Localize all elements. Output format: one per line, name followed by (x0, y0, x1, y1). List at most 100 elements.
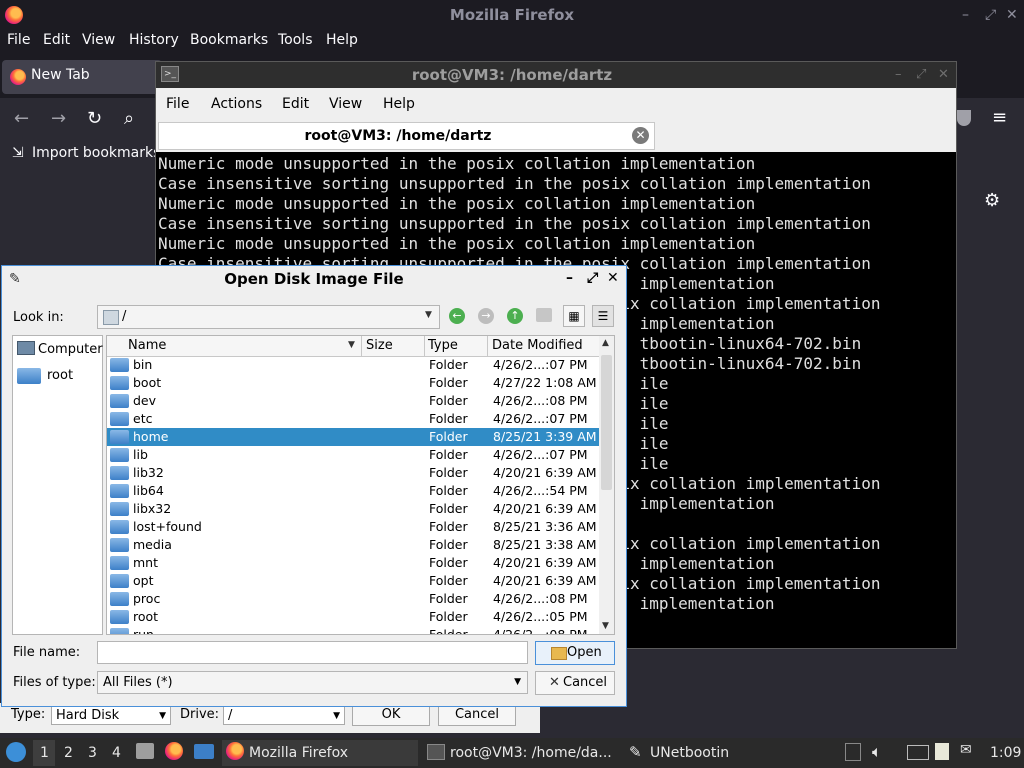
dialog-title: Open Disk Image File (224, 270, 404, 288)
shield-icon[interactable] (957, 110, 971, 126)
file-row[interactable]: lib32 Folder 4/20/21 6:39 AM (107, 464, 599, 482)
folder-icon (110, 466, 129, 480)
new-folder-icon[interactable] (536, 308, 552, 322)
detail-view-icon[interactable]: ☰ (592, 305, 614, 327)
terminal-minimize-icon[interactable]: – (895, 67, 902, 82)
open-button[interactable]: Open (535, 641, 615, 665)
file-date: 4/26/2...:05 PM (493, 609, 588, 624)
file-row[interactable]: opt Folder 4/20/21 6:39 AM (107, 572, 599, 590)
gear-icon[interactable]: ⚙ (984, 190, 1000, 211)
workspace-3[interactable]: 3 (88, 745, 97, 761)
terminal-close-icon[interactable]: ✕ (938, 67, 949, 82)
workspace-1[interactable]: 1 (40, 745, 49, 761)
dialog-close-icon[interactable]: ✕ (607, 270, 619, 286)
import-bookmarks-link[interactable]: Import bookmarks (32, 145, 160, 161)
taskbar-item-unetbootin[interactable]: UNetbootin (650, 745, 729, 761)
clipboard-icon[interactable] (935, 743, 949, 760)
file-row[interactable]: run Folder 4/26/2...:08 PM (107, 626, 599, 634)
scroll-thumb[interactable] (601, 355, 612, 490)
file-name-input[interactable] (97, 641, 528, 664)
menu-history[interactable]: History (129, 32, 179, 48)
file-name: home (133, 429, 169, 444)
back-icon[interactable]: ← (449, 308, 465, 324)
term-menu-file[interactable]: File (166, 96, 189, 112)
file-manager-icon[interactable] (136, 743, 154, 759)
file-row[interactable]: mnt Folder 4/20/21 6:39 AM (107, 554, 599, 572)
file-row[interactable]: bin Folder 4/26/2...:07 PM (107, 356, 599, 374)
file-name: run (133, 627, 154, 634)
term-menu-help[interactable]: Help (383, 96, 415, 112)
firefox-taskbar-icon (226, 742, 244, 760)
file-row[interactable]: etc Folder 4/26/2...:07 PM (107, 410, 599, 428)
dialog-maximize-icon[interactable]: ⤢ (587, 270, 598, 286)
minimize-icon[interactable]: – (962, 7, 969, 23)
forward-icon[interactable]: → (51, 108, 66, 129)
chevron-down-icon: ▼ (425, 310, 432, 320)
firefox-window-title: Mozilla Firefox (449, 6, 575, 24)
term-menu-edit[interactable]: Edit (282, 96, 309, 112)
drive-icon (103, 310, 119, 325)
drive-combo[interactable]: / ▼ (223, 705, 345, 725)
start-menu-icon[interactable] (6, 742, 26, 762)
look-in-combo[interactable] (97, 305, 440, 329)
file-row[interactable]: proc Folder 4/26/2...:08 PM (107, 590, 599, 608)
file-row[interactable]: libx32 Folder 4/20/21 6:39 AM (107, 500, 599, 518)
file-type: Folder (429, 627, 468, 634)
scroll-up-icon[interactable]: ▲ (602, 338, 609, 348)
parent-directory-icon[interactable]: ↑ (507, 308, 523, 324)
menu-edit[interactable]: Edit (43, 32, 70, 48)
sidebar-item-root[interactable]: root (47, 368, 73, 383)
ok-button[interactable]: OK (352, 704, 430, 726)
menu-bookmarks[interactable]: Bookmarks (190, 32, 268, 48)
taskbar-item-terminal[interactable]: root@VM3: /home/da... (450, 745, 612, 761)
menu-file[interactable]: File (7, 32, 30, 48)
clock[interactable]: 1:09 (990, 745, 1021, 761)
dialog-minimize-icon[interactable]: – (566, 270, 573, 286)
term-menu-view[interactable]: View (329, 96, 362, 112)
maximize-icon[interactable]: ⤢ (985, 7, 996, 23)
firefox-launcher-icon[interactable] (165, 742, 183, 760)
unetbootin-cancel-button[interactable]: Cancel (438, 704, 516, 726)
sidebar-item-computer[interactable]: Computer (38, 342, 103, 357)
column-name[interactable]: Name (128, 338, 166, 353)
file-row[interactable]: home Folder 8/25/21 3:39 AM (107, 428, 599, 446)
close-tab-icon[interactable]: ✕ (632, 127, 649, 144)
file-row[interactable]: root Folder 4/26/2...:05 PM (107, 608, 599, 626)
workspace-2[interactable]: 2 (64, 745, 73, 761)
column-date-modified[interactable]: Date Modified (492, 338, 583, 353)
close-icon[interactable]: ✕ (1006, 7, 1018, 23)
file-row[interactable]: lib Folder 4/26/2...:07 PM (107, 446, 599, 464)
column-size[interactable]: Size (366, 338, 393, 353)
icon-view-icon[interactable]: ▦ (563, 305, 585, 327)
terminal-maximize-icon[interactable]: ⤢ (916, 67, 926, 82)
chevron-down-icon: ▼ (159, 711, 166, 721)
term-menu-actions[interactable]: Actions (211, 96, 262, 112)
type-combo-value: Hard Disk (56, 708, 120, 723)
cancel-button[interactable]: ✕ Cancel (535, 671, 615, 695)
show-desktop-icon[interactable] (194, 744, 214, 759)
menu-hamburger-icon[interactable]: ≡ (992, 107, 1007, 128)
file-row[interactable]: dev Folder 4/26/2...:08 PM (107, 392, 599, 410)
volume-icon[interactable]: 🔈︎ (872, 742, 882, 762)
column-type[interactable]: Type (428, 338, 458, 353)
file-row[interactable]: lost+found Folder 8/25/21 3:36 AM (107, 518, 599, 536)
file-row[interactable]: media Folder 8/25/21 3:38 AM (107, 536, 599, 554)
forward-icon[interactable]: → (478, 308, 494, 324)
scroll-down-icon[interactable]: ▼ (602, 621, 609, 631)
back-icon[interactable]: ← (14, 108, 29, 129)
menu-view[interactable]: View (82, 32, 115, 48)
network-icon[interactable] (907, 745, 929, 760)
files-of-type-combo[interactable]: All Files (*) ▼ (97, 671, 528, 694)
file-date: 8/25/21 3:38 AM (493, 537, 597, 552)
folder-icon (17, 368, 41, 384)
menu-tools[interactable]: Tools (278, 32, 313, 48)
workspace-4[interactable]: 4 (112, 745, 121, 761)
file-row[interactable]: boot Folder 4/27/22 1:08 AM (107, 374, 599, 392)
notifications-icon[interactable]: ✉ (960, 742, 972, 758)
type-combo[interactable]: Hard Disk ▼ (51, 705, 171, 725)
tray-box-icon[interactable] (845, 743, 861, 761)
reload-icon[interactable]: ↻ (87, 108, 102, 129)
search-icon[interactable]: ⌕ (124, 108, 134, 129)
menu-help[interactable]: Help (326, 32, 358, 48)
file-row[interactable]: lib64 Folder 4/26/2...:54 PM (107, 482, 599, 500)
